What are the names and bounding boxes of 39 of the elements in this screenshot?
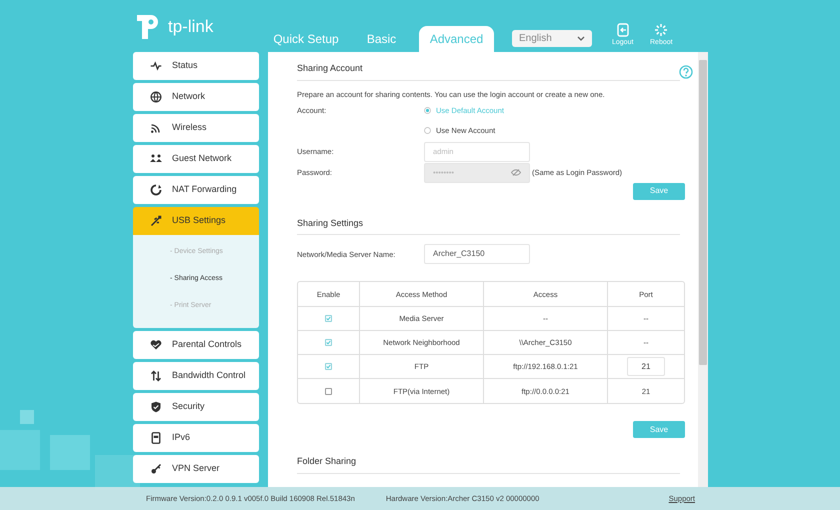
- checkbox[interactable]: [325, 363, 332, 370]
- chevron-icon: [577, 36, 585, 41]
- radio-icon: [424, 127, 431, 134]
- exit-icon: [616, 23, 630, 37]
- sidebar-item[interactable]: Status: [133, 52, 259, 80]
- document-icon: [150, 432, 162, 444]
- checkbox[interactable]: [325, 388, 332, 395]
- sidebar-item[interactable]: Bandwidth Control: [133, 362, 259, 390]
- sidebar-item[interactable]: Parental Controls: [133, 331, 259, 359]
- input-field[interactable]: Archer_C3150: [424, 244, 530, 264]
- logo-text: tp-link: [168, 18, 214, 34]
- plug-icon: [150, 215, 162, 227]
- port-field[interactable]: 21: [627, 357, 665, 376]
- sidebar-item[interactable]: Security: [133, 393, 259, 421]
- section-heading: Sharing Account: [297, 62, 680, 80]
- sidebar-item[interactable]: USB Settings: [133, 207, 259, 235]
- shield-icon: [150, 401, 162, 413]
- sidebar-item[interactable]: VPN Server: [133, 455, 259, 483]
- sidebar-item[interactable]: Network: [133, 83, 259, 111]
- spinner-icon: [654, 23, 668, 37]
- radio-icon: [424, 107, 431, 114]
- section-heading: Folder Sharing: [297, 455, 680, 474]
- signal-icon: [150, 122, 162, 134]
- section-heading: Sharing Settings: [297, 216, 680, 236]
- scrollbar[interactable]: [698, 52, 708, 487]
- people-icon: [150, 153, 162, 165]
- key-icon: [150, 463, 162, 475]
- sidebar-item[interactable]: Guest Network: [133, 145, 259, 173]
- checkbox[interactable]: [325, 315, 332, 322]
- sidebar-item[interactable]: IPv6: [133, 424, 259, 452]
- sidebar-item[interactable]: Wireless: [133, 114, 259, 142]
- pulse-icon: [150, 60, 162, 72]
- circular-arrow-icon: [150, 184, 162, 196]
- heart-icon: [150, 339, 162, 351]
- help-icon[interactable]: [679, 65, 693, 79]
- checkbox[interactable]: [325, 339, 332, 346]
- globe-icon: [150, 91, 162, 103]
- up-down-arrows-icon: [150, 370, 162, 382]
- sidebar-item[interactable]: NAT Forwarding: [133, 176, 259, 204]
